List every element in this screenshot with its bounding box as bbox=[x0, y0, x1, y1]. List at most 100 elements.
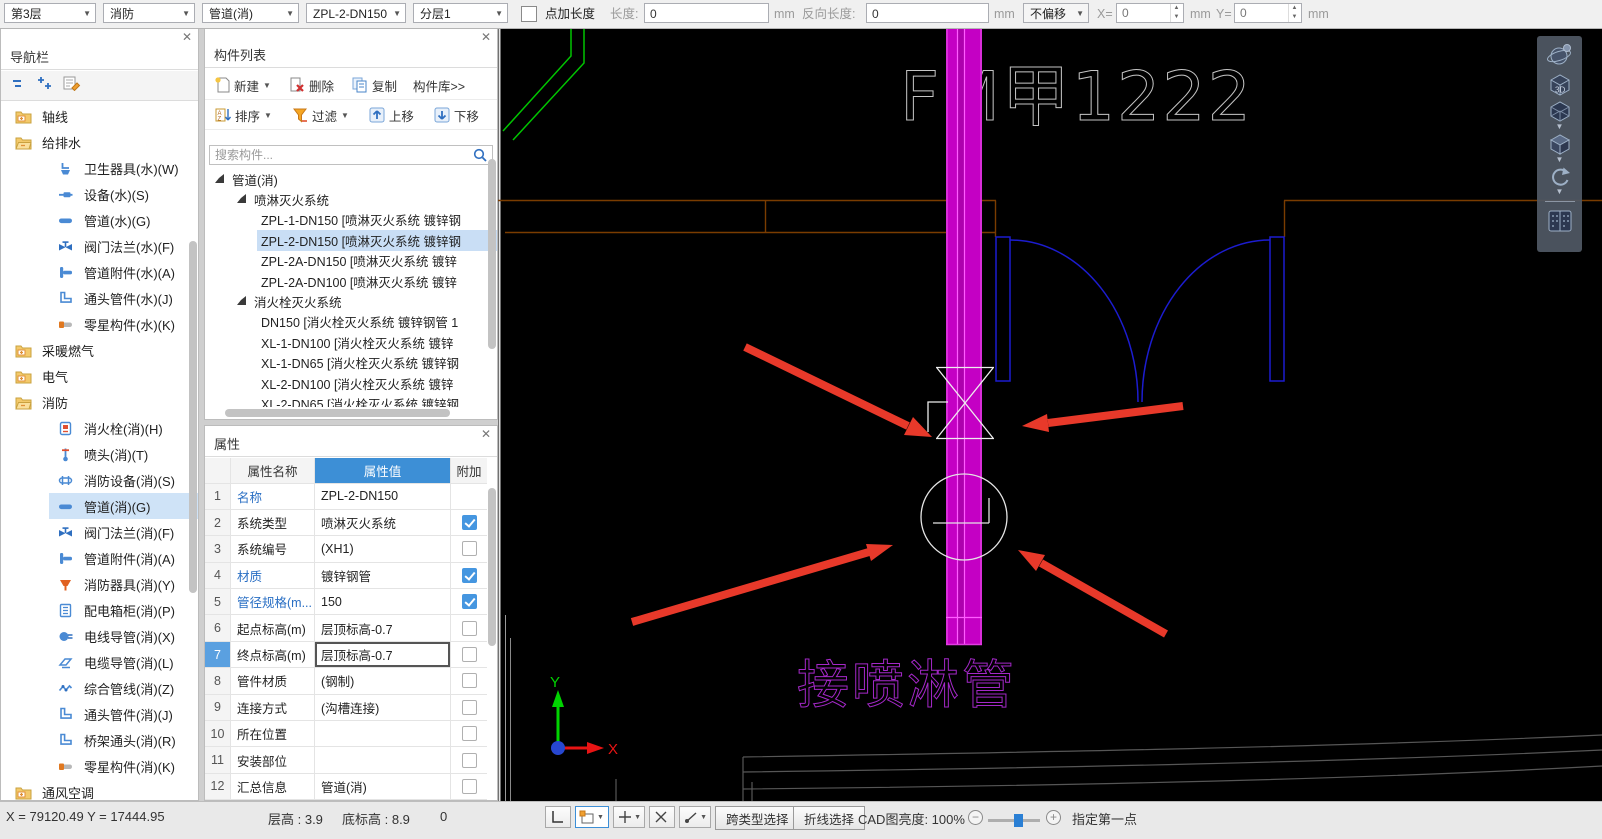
nav-scrollbar[interactable] bbox=[189, 241, 197, 593]
property-value[interactable]: 层顶标高-0.7 bbox=[315, 642, 451, 667]
property-value[interactable]: 喷淋灭火系统 bbox=[315, 510, 451, 535]
component-tree-item[interactable]: XL-2-DN100 [消火栓灭火系统 镀锌 bbox=[205, 373, 497, 393]
spinner-arrows-icon[interactable]: ▲▼ bbox=[1288, 4, 1300, 22]
sidebar-item[interactable]: 管道附件(水)(A) bbox=[1, 259, 198, 285]
checkbox-checked[interactable] bbox=[462, 568, 477, 583]
copy-button[interactable]: 复制 bbox=[349, 74, 400, 97]
component-tree-item[interactable]: 消火栓灭火系统 bbox=[205, 291, 497, 311]
length-input[interactable]: 0 bbox=[644, 3, 769, 23]
sidebar-item[interactable]: 综合管线(消)(Z) bbox=[1, 675, 198, 701]
sidebar-item[interactable]: 管道(消)(G) bbox=[1, 493, 198, 519]
property-value[interactable]: (沟槽连接) bbox=[315, 695, 451, 720]
property-value[interactable]: 镀锌钢管 bbox=[315, 563, 451, 588]
property-value[interactable] bbox=[315, 747, 451, 772]
property-row[interactable]: 7终点标高(m)层顶标高-0.7 bbox=[205, 642, 487, 668]
brightness-slider[interactable] bbox=[988, 819, 1040, 822]
brightness-slider-handle[interactable] bbox=[1014, 814, 1023, 827]
x-offset-spinner[interactable]: 0▲▼ bbox=[1116, 3, 1184, 23]
add-length-checkbox[interactable] bbox=[521, 6, 537, 22]
property-row[interactable]: 10所在位置 bbox=[205, 721, 487, 747]
chevron-down-icon[interactable]: ▼ bbox=[1556, 156, 1564, 165]
property-value[interactable]: (钢制) bbox=[315, 668, 451, 693]
sidebar-item[interactable]: 通风空调 bbox=[1, 779, 198, 800]
property-value[interactable]: 层顶标高-0.7 bbox=[315, 615, 451, 640]
checkbox-checked[interactable] bbox=[462, 515, 477, 530]
component-dropdown[interactable]: ZPL-2-DN150▼ bbox=[306, 3, 406, 23]
offset-dropdown[interactable]: 不偏移▼ bbox=[1023, 3, 1089, 23]
sidebar-item[interactable]: 设备(水)(S) bbox=[1, 181, 198, 207]
move-up-button[interactable]: 上移 bbox=[366, 104, 417, 127]
category-dropdown[interactable]: 管道(消)▼ bbox=[202, 3, 299, 23]
rotate-view-button[interactable] bbox=[1547, 165, 1573, 188]
delete-button[interactable]: 删除 bbox=[286, 74, 337, 97]
sidebar-item[interactable]: 配电箱柜(消)(P) bbox=[1, 597, 198, 623]
component-tree-item[interactable]: 管道(消) bbox=[205, 169, 497, 189]
property-row[interactable]: 5管径规格(m...150 bbox=[205, 589, 487, 615]
property-value[interactable]: ZPL-2-DN150 bbox=[315, 484, 451, 509]
property-value[interactable]: 管道(消) bbox=[315, 774, 451, 799]
property-value[interactable]: 150 bbox=[315, 589, 451, 614]
y-offset-spinner[interactable]: 0▲▼ bbox=[1234, 3, 1302, 23]
property-row[interactable]: 3系统编号(XH1) bbox=[205, 536, 487, 562]
search-icon[interactable] bbox=[473, 148, 487, 167]
properties-scrollbar[interactable] bbox=[488, 488, 496, 646]
layer-dropdown[interactable]: 分层1▼ bbox=[413, 3, 508, 23]
edit-list-icon[interactable] bbox=[63, 75, 81, 96]
sidebar-item[interactable]: 卫生器具(水)(W) bbox=[1, 155, 198, 181]
sidebar-item[interactable]: 轴线 bbox=[1, 103, 198, 129]
tree-expand-icon[interactable] bbox=[237, 296, 246, 305]
checkbox-unchecked[interactable] bbox=[462, 753, 477, 768]
floor-dropdown[interactable]: 第3层▼ bbox=[4, 3, 96, 23]
component-tree-item[interactable]: XL-2-DN65 [消火栓灭火系统 镀锌钢 bbox=[205, 393, 497, 407]
reverse-length-input[interactable]: 0 bbox=[866, 3, 989, 23]
new-button[interactable]: 新建▼ bbox=[212, 74, 274, 97]
expand-all-icon[interactable] bbox=[37, 75, 53, 96]
component-tree-item[interactable]: XL-1-DN65 [消火栓灭火系统 镀锌钢 bbox=[205, 353, 497, 373]
property-value[interactable]: (XH1) bbox=[315, 536, 451, 561]
sidebar-item[interactable]: 消防 bbox=[1, 389, 198, 415]
sidebar-item[interactable]: 通头管件(水)(J) bbox=[1, 285, 198, 311]
checkbox-unchecked[interactable] bbox=[462, 647, 477, 662]
search-input[interactable] bbox=[209, 145, 493, 165]
checkbox-unchecked[interactable] bbox=[462, 779, 477, 794]
sidebar-item[interactable]: 采暖燃气 bbox=[1, 337, 198, 363]
checkbox-unchecked[interactable] bbox=[462, 621, 477, 636]
sidebar-item[interactable]: 零星构件(水)(K) bbox=[1, 311, 198, 337]
filter-button[interactable]: 过滤▼ bbox=[289, 104, 352, 127]
component-tree-item[interactable]: DN150 [消火栓灭火系统 镀锌钢管 1 bbox=[205, 312, 497, 332]
move-down-button[interactable]: 下移 bbox=[431, 104, 482, 127]
property-row[interactable]: 9连接方式(沟槽连接) bbox=[205, 695, 487, 721]
sidebar-item[interactable]: 消防设备(消)(S) bbox=[1, 467, 198, 493]
spinner-arrows-icon[interactable]: ▲▼ bbox=[1170, 4, 1182, 22]
property-row[interactable]: 2系统类型喷淋灭火系统 bbox=[205, 510, 487, 536]
sidebar-item[interactable]: 给排水 bbox=[1, 129, 198, 155]
collapse-all-icon[interactable] bbox=[11, 75, 27, 96]
sidebar-item[interactable]: 电线导管(消)(X) bbox=[1, 623, 198, 649]
shaded-view-button[interactable] bbox=[1546, 132, 1574, 156]
polyline-select-button[interactable]: 折线选择 bbox=[793, 806, 865, 830]
chevron-down-icon[interactable]: ▼ bbox=[1556, 123, 1564, 132]
deselect-tool-button[interactable] bbox=[649, 806, 675, 828]
sidebar-item[interactable]: 电缆导管(消)(L) bbox=[1, 649, 198, 675]
sidebar-item[interactable]: 消火栓(消)(H) bbox=[1, 415, 198, 441]
cross-type-select-button[interactable]: 跨类型选择 bbox=[715, 806, 800, 830]
discipline-dropdown[interactable]: 消防▼ bbox=[103, 3, 195, 23]
checkbox-unchecked[interactable] bbox=[462, 700, 477, 715]
component-tree-item[interactable]: ZPL-1-DN150 [喷淋灭火系统 镀锌钢 bbox=[205, 210, 497, 230]
property-row[interactable]: 12汇总信息管道(消) bbox=[205, 774, 487, 800]
sidebar-item[interactable]: 管道附件(消)(A) bbox=[1, 545, 198, 571]
component-library-button[interactable]: 构件库>> bbox=[410, 74, 468, 97]
property-row[interactable]: 4材质镀锌钢管 bbox=[205, 563, 487, 589]
checkbox-checked[interactable] bbox=[462, 594, 477, 609]
sidebar-item[interactable]: 阀门法兰(水)(F) bbox=[1, 233, 198, 259]
close-icon[interactable]: ✕ bbox=[481, 428, 491, 440]
property-row[interactable]: 1名称ZPL-2-DN150 bbox=[205, 484, 487, 510]
component-vscrollbar[interactable] bbox=[488, 159, 496, 349]
display-settings-button[interactable] bbox=[1546, 206, 1574, 235]
view-3d-button[interactable]: 3D bbox=[1546, 70, 1574, 99]
component-hscrollbar[interactable] bbox=[225, 409, 450, 417]
angle-tool-button[interactable]: ▼ bbox=[679, 806, 711, 828]
sidebar-item[interactable]: 桥架通头(消)(R) bbox=[1, 727, 198, 753]
tree-expand-icon[interactable] bbox=[215, 174, 224, 183]
component-tree-item[interactable]: ZPL-2A-DN100 [喷淋灭火系统 镀锌 bbox=[205, 271, 497, 291]
